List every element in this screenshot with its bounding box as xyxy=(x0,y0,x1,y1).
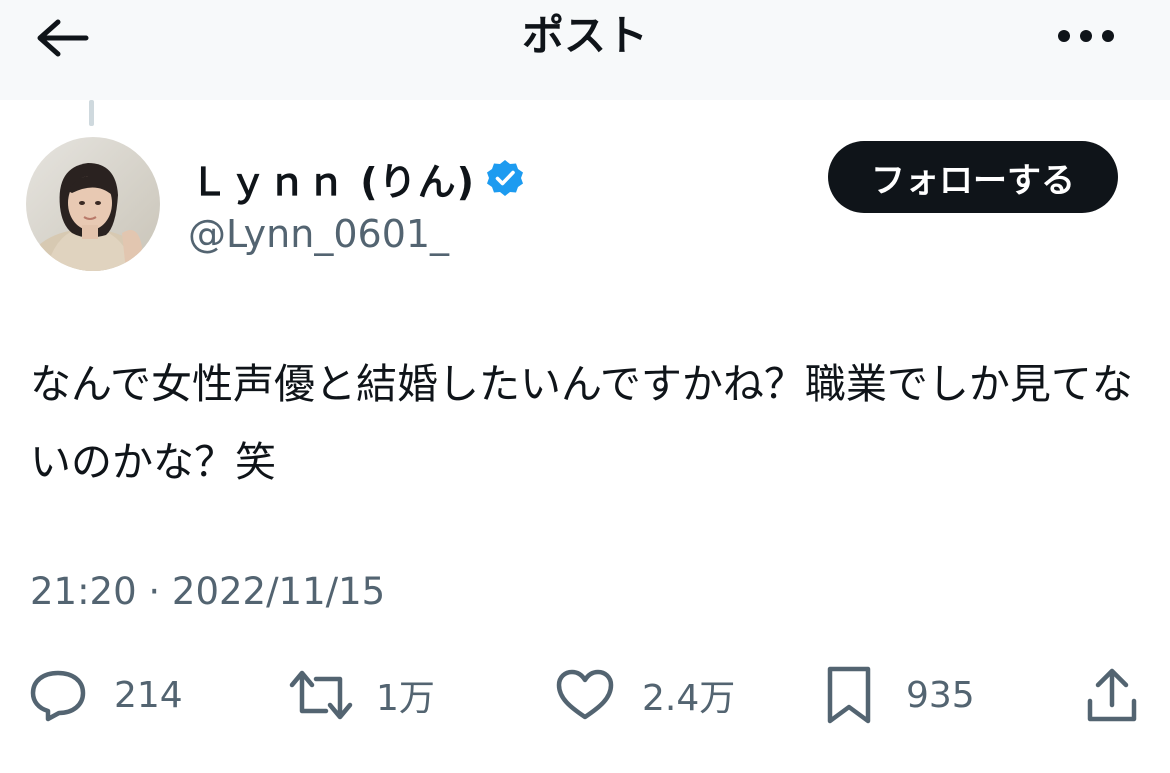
reply-count: 214 xyxy=(114,674,183,716)
display-name[interactable]: Ｌｙｎｎ (りん) xyxy=(190,152,525,204)
top-bar: ポスト xyxy=(0,0,1170,100)
bookmark-count: 935 xyxy=(906,674,975,716)
tweet-timestamp[interactable]: 21:20 · 2022/11/15 xyxy=(30,566,385,618)
action-bar: 214 1万 2.4万 935 xyxy=(0,660,1170,730)
more-options-button[interactable] xyxy=(1050,14,1122,58)
page-title: ポスト xyxy=(521,11,648,60)
follow-button[interactable]: フォローする xyxy=(828,141,1118,213)
bookmark-icon xyxy=(827,666,871,724)
share-icon xyxy=(1087,668,1137,722)
repost-icon xyxy=(289,670,353,720)
repost-count: 1万 xyxy=(376,678,435,719)
share-button[interactable] xyxy=(1084,660,1140,730)
heart-icon xyxy=(556,669,614,720)
avatar-photo xyxy=(26,137,160,271)
like-button[interactable]: 2.4万 xyxy=(554,660,735,730)
thread-connector-line xyxy=(89,100,94,126)
bookmark-button[interactable]: 935 xyxy=(824,660,975,730)
display-name-text: Ｌｙｎｎ (りん) xyxy=(190,159,475,204)
repost-button[interactable]: 1万 xyxy=(286,660,435,730)
like-count: 2.4万 xyxy=(642,678,736,719)
user-handle[interactable]: @Lynn_0601_ xyxy=(188,208,449,260)
reply-icon xyxy=(30,670,86,722)
verified-badge-icon xyxy=(486,160,523,196)
avatar[interactable] xyxy=(26,137,160,271)
reply-button[interactable]: 214 xyxy=(28,660,183,730)
tweet-text: なんで女性声優と結婚したいんですかね？職業でしか見てないのかな？笑 xyxy=(30,360,1133,486)
more-horizontal-icon xyxy=(1058,30,1114,42)
